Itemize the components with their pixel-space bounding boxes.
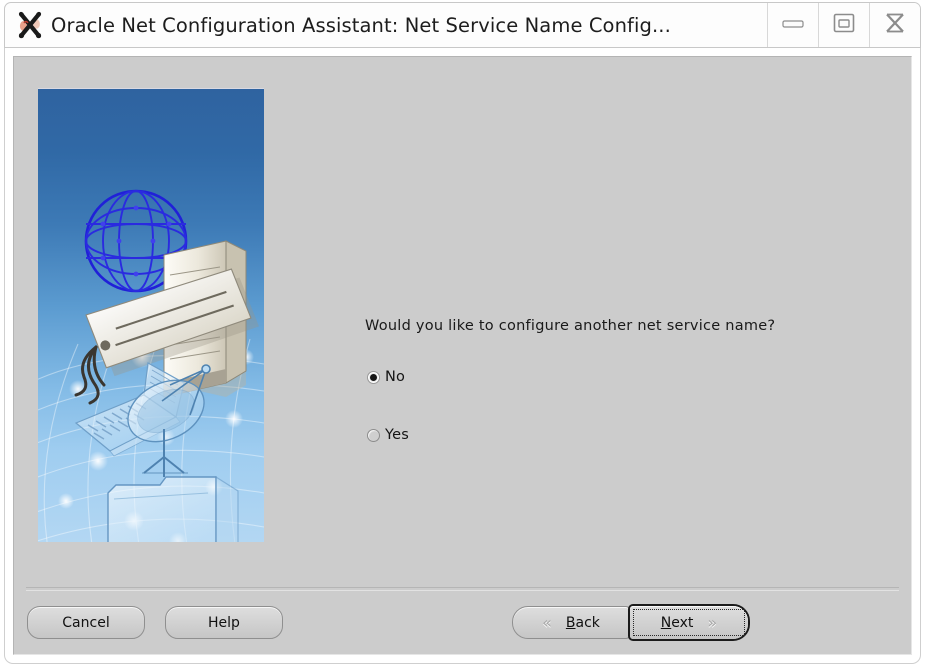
button-bar-separator: [26, 587, 899, 591]
radio-option-no[interactable]: No: [367, 367, 409, 387]
help-button-label: Help: [208, 614, 240, 631]
radio-label-yes: Yes: [385, 427, 410, 443]
close-button[interactable]: [869, 3, 920, 47]
secondary-button-group: Cancel Help: [27, 606, 283, 639]
radio-option-yes[interactable]: Yes: [367, 425, 409, 445]
back-button-label: Back: [566, 615, 600, 631]
page-title: Would you like to configure another net …: [365, 318, 776, 334]
network-illustration: [38, 88, 264, 542]
help-button[interactable]: Help: [165, 606, 283, 639]
x11-logo-icon: [15, 10, 45, 40]
navigation-button-group: « Back Next »: [512, 604, 750, 641]
maximize-icon: [832, 12, 856, 38]
next-button[interactable]: Next »: [630, 606, 748, 639]
back-mnemonic: B: [565, 614, 576, 631]
close-icon: [882, 11, 908, 39]
window-title: Oracle Net Configuration Assistant: Net …: [51, 13, 671, 37]
configure-another-radio-group: No Yes: [367, 367, 409, 483]
dialog-frame: Would you like to configure another net …: [4, 48, 921, 664]
chevron-left-icon: «: [542, 612, 552, 632]
maximize-button[interactable]: [818, 3, 869, 47]
radio-indicator-no[interactable]: [367, 370, 380, 384]
next-mnemonic: N: [660, 614, 672, 631]
cancel-button[interactable]: Cancel: [27, 606, 145, 639]
title-bar[interactable]: Oracle Net Configuration Assistant: Net …: [4, 2, 921, 48]
minimize-icon: [780, 16, 806, 35]
radio-label-no: No: [385, 369, 406, 385]
next-button-label: Next: [661, 615, 694, 631]
application-window: Oracle Net Configuration Assistant: Net …: [0, 0, 929, 668]
next-button-focus-frame: Next »: [628, 604, 750, 641]
cancel-button-label: Cancel: [62, 614, 110, 631]
dialog-content: Would you like to configure another net …: [13, 56, 912, 655]
radio-indicator-yes[interactable]: [367, 428, 380, 442]
window-controls: [767, 3, 920, 47]
minimize-button[interactable]: [767, 3, 818, 47]
back-button[interactable]: « Back: [512, 606, 630, 639]
back-rest: ack: [575, 614, 600, 631]
next-rest: ext: [671, 614, 694, 631]
